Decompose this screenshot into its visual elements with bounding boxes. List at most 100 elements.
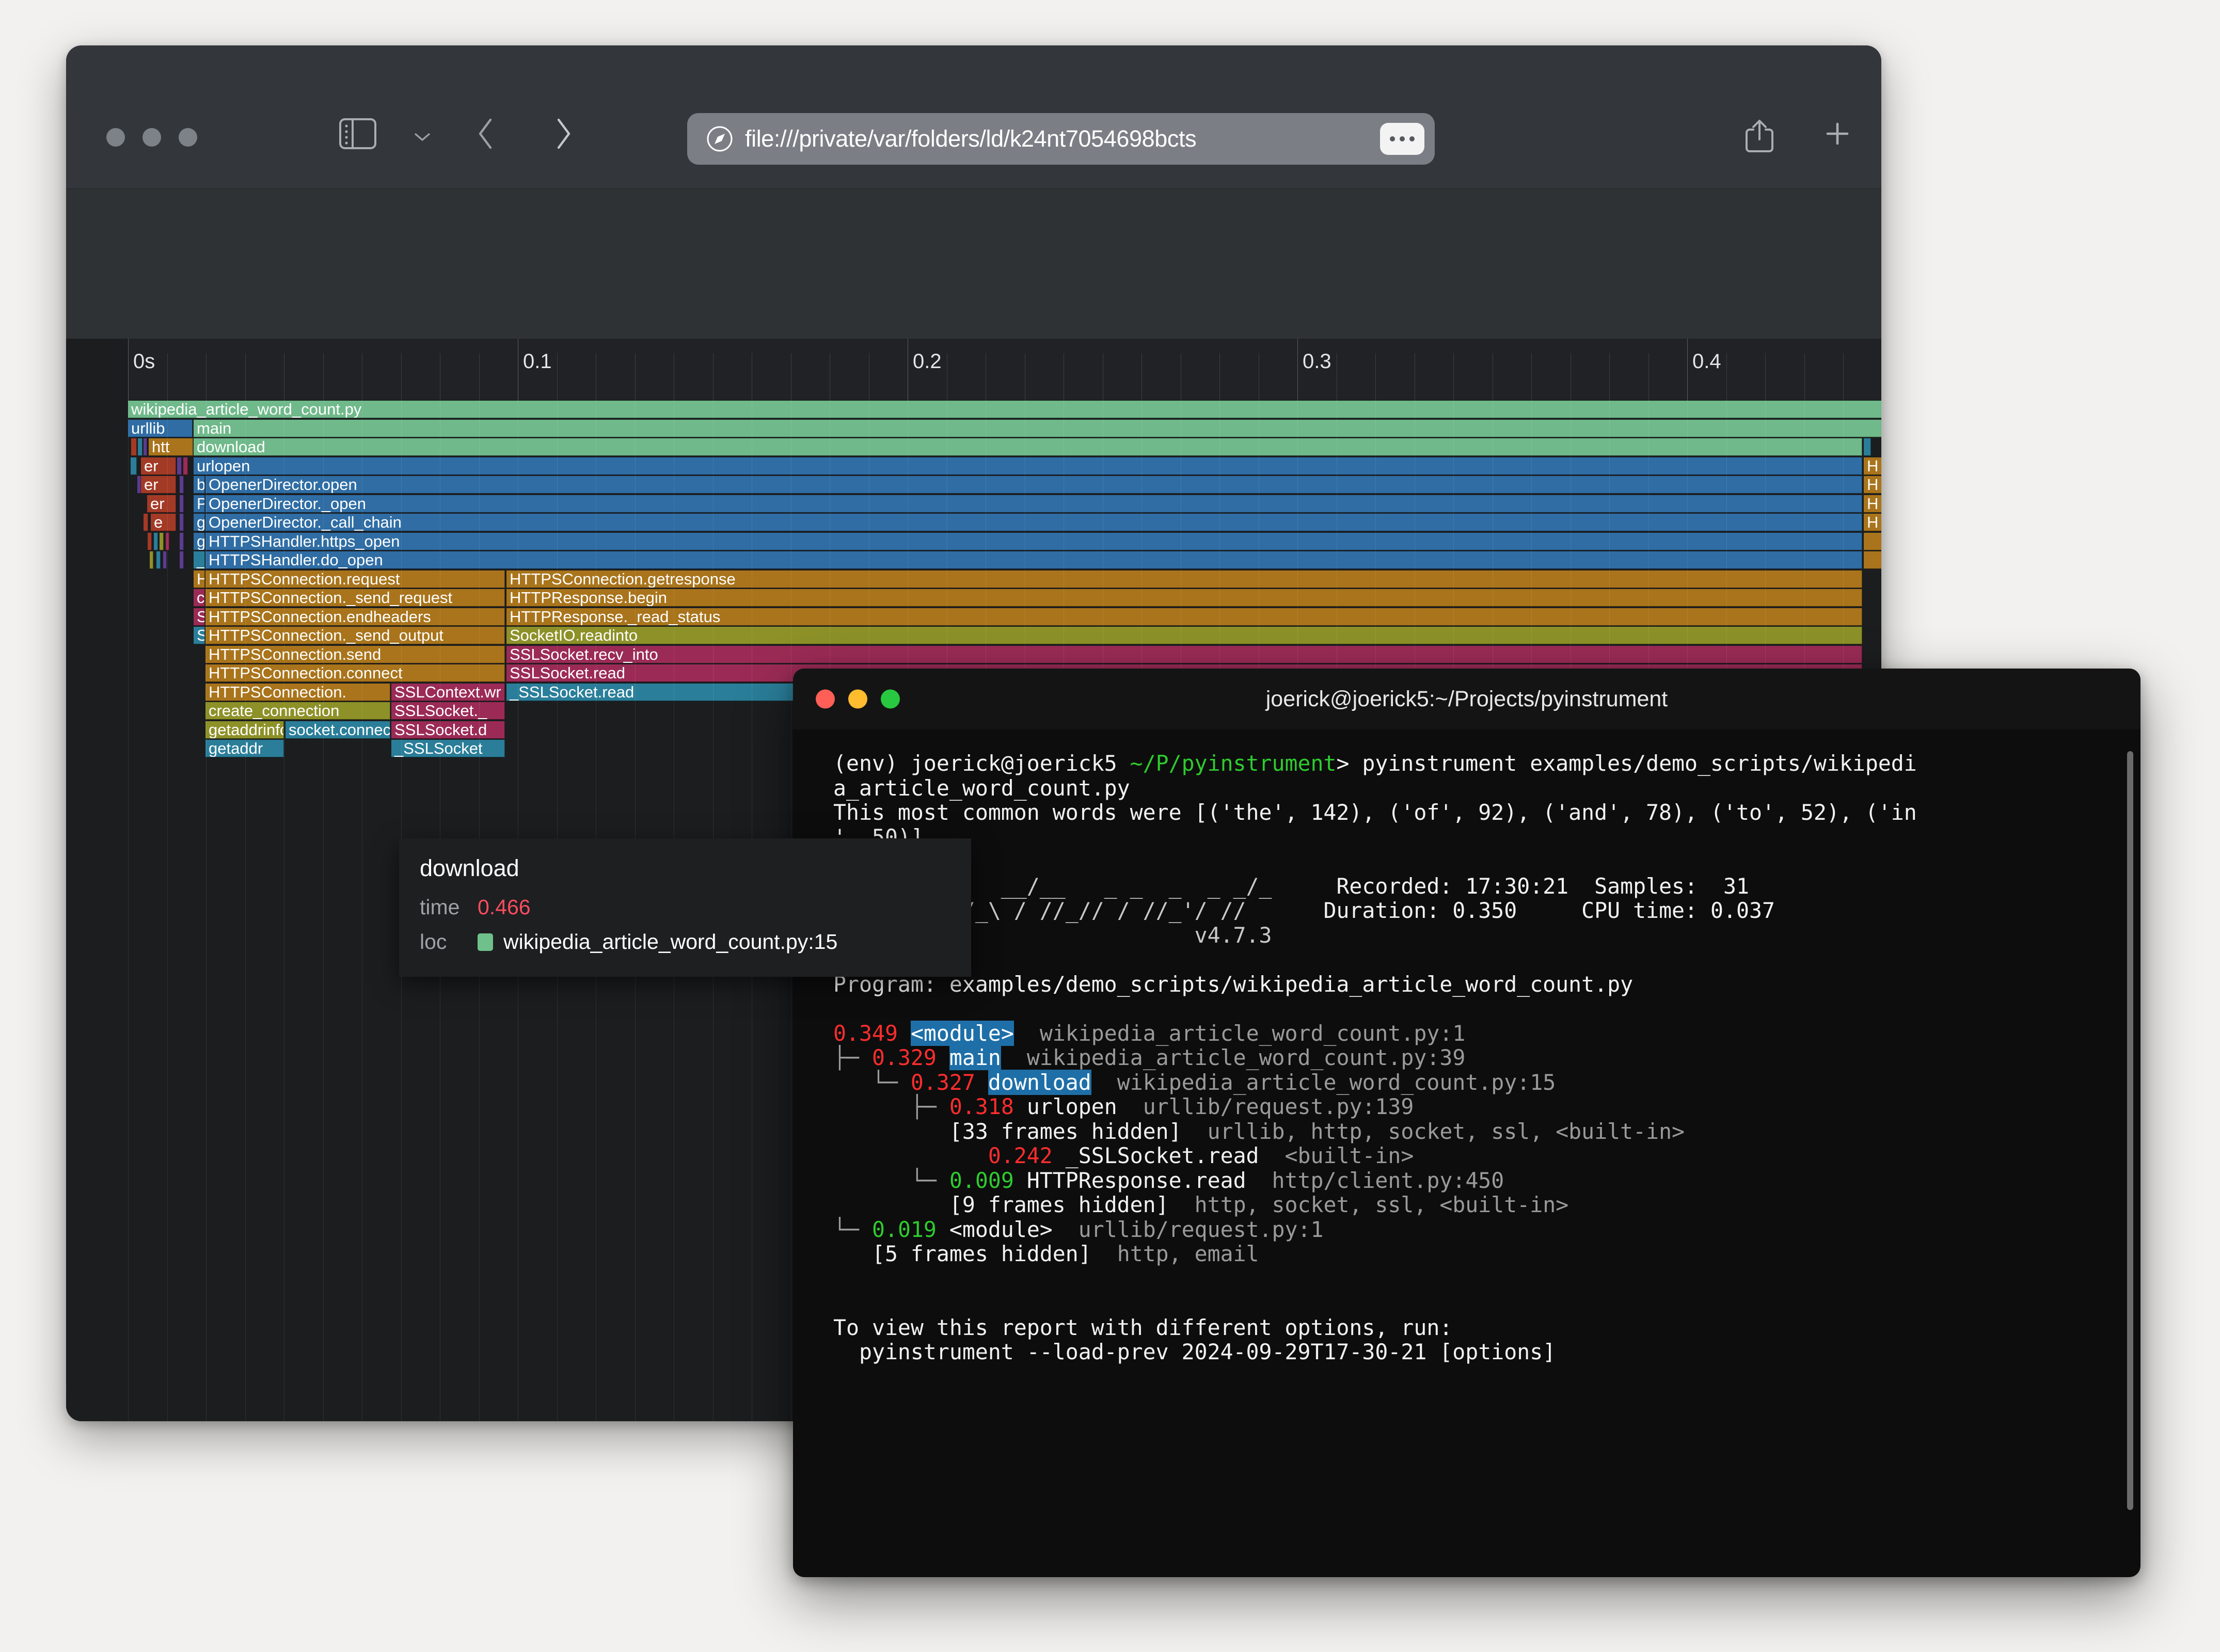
flame-frame[interactable]: HTTPResponse._read_status (506, 608, 1862, 626)
terminal-zoom-button[interactable] (881, 689, 900, 709)
flame-frame-sliver[interactable] (180, 551, 184, 569)
share-icon[interactable] (1744, 118, 1775, 156)
flame-frame[interactable]: socket.connect (286, 721, 390, 739)
flame-frame-sliver[interactable] (154, 532, 158, 550)
flame-frame[interactable]: S (194, 608, 205, 626)
plus-icon[interactable] (1821, 118, 1853, 152)
terminal-output[interactable]: (env) joerick@joerick5 ~/P/pyinstrument>… (793, 729, 2140, 1577)
flame-frame[interactable]: HTTPSConnection.connect (205, 664, 505, 682)
flame-frame-sliver[interactable] (180, 495, 184, 513)
close-button[interactable] (106, 128, 125, 147)
flame-frame[interactable]: HTTPSConnection. (205, 683, 390, 701)
flame-frame[interactable]: create_connection (205, 702, 390, 720)
chevron-right-icon[interactable] (551, 117, 575, 153)
flame-frame[interactable]: download (194, 438, 1862, 456)
flame-frame[interactable]: _ (194, 551, 205, 569)
flame-frame[interactable]: SSLSocket._ (391, 702, 505, 720)
flame-frame[interactable]: urllib (128, 419, 193, 437)
flame-frame[interactable]: g (194, 532, 205, 550)
flame-frame-sliver[interactable] (183, 457, 188, 475)
flame-frame-sliver[interactable] (137, 476, 141, 494)
flame-frame[interactable]: er (141, 476, 176, 494)
flame-frame[interactable]: SSLSocket.recv_into (506, 645, 1862, 663)
flame-frame-sliver[interactable] (180, 532, 184, 550)
flame-frame-sliver[interactable] (160, 532, 164, 550)
zoom-button[interactable] (179, 128, 197, 147)
browser-toolbar: file:///private/var/folders/ld/k24nt7054… (66, 45, 1881, 189)
flame-frame-sliver[interactable] (131, 457, 137, 475)
flame-frame-sliver[interactable] (144, 514, 148, 531)
flame-frame[interactable]: HTTPSConnection.getresponse (506, 570, 1862, 588)
flame-frame[interactable]: g (194, 514, 205, 531)
flame-frame-sliver[interactable] (1864, 551, 1881, 569)
flame-frame-sliver[interactable] (150, 551, 153, 569)
terminal-scrollbar[interactable] (2127, 751, 2133, 1510)
ruler-minor-tick (1453, 353, 1454, 401)
flame-frame[interactable]: H (1864, 457, 1881, 475)
chevron-down-icon[interactable] (413, 127, 432, 147)
ruler-tick-label: 0s (133, 350, 155, 373)
flame-frame[interactable]: SocketIO.readinto (506, 627, 1862, 644)
flame-frame-sliver[interactable] (163, 551, 167, 569)
flame-frame[interactable]: c (194, 589, 205, 607)
flame-frame[interactable]: H (1864, 495, 1881, 513)
flame-frame[interactable]: SSLContext.wr (391, 683, 505, 701)
flame-frame-sliver[interactable] (1864, 438, 1871, 456)
flame-frame-sliver[interactable] (148, 532, 152, 550)
flame-frame[interactable]: HTTPSConnection.endheaders (205, 608, 505, 626)
address-bar[interactable]: file:///private/var/folders/ld/k24nt7054… (687, 113, 1435, 165)
sidebar-icon[interactable] (339, 118, 377, 152)
flame-frame-sliver[interactable] (177, 457, 182, 475)
minimize-button[interactable] (142, 128, 161, 147)
ruler-minor-tick (1648, 353, 1649, 401)
flame-frame[interactable]: H (1864, 476, 1881, 494)
flame-frame[interactable]: HTTPResponse.begin (506, 589, 1862, 607)
ellipsis-icon[interactable] (1380, 123, 1424, 155)
ruler-minor-tick (1219, 353, 1220, 401)
terminal-title: joerick@joerick5:~/Projects/pyinstrument (1265, 686, 1668, 711)
flame-frame[interactable]: HTTPSHandler.do_open (205, 551, 1862, 569)
flame-frame[interactable]: e (151, 514, 176, 531)
flame-frame[interactable]: er (141, 457, 176, 475)
flame-frame[interactable]: HTTPSHandler.https_open (205, 532, 1862, 550)
terminal-close-button[interactable] (816, 689, 835, 709)
flame-frame-sliver[interactable] (166, 532, 169, 550)
flame-frame[interactable]: P (194, 495, 205, 513)
flame-frame-sliver[interactable] (138, 438, 142, 456)
tooltip-loc-label: loc (420, 930, 447, 954)
window-traffic-lights[interactable] (106, 128, 197, 147)
timeline-ruler: 0s0.10.20.30.40.5 (128, 339, 1881, 401)
timeline-gridline (167, 401, 168, 1421)
flame-frame[interactable]: wikipedia_article_word_count.py (128, 401, 1881, 418)
flame-frame[interactable]: htt (149, 438, 193, 456)
ruler-minor-tick (206, 353, 207, 401)
flame-frame[interactable]: H (194, 570, 205, 588)
flame-frame[interactable]: b (194, 476, 205, 494)
terminal-window: joerick@joerick5:~/Projects/pyinstrument… (793, 669, 2140, 1577)
flame-frame[interactable]: main (194, 419, 1881, 437)
flame-frame[interactable]: OpenerDirector._open (205, 495, 1862, 513)
flame-frame[interactable]: urlopen (194, 457, 1862, 475)
flame-frame-sliver[interactable] (156, 551, 161, 569)
flame-frame[interactable]: S (194, 627, 205, 644)
terminal-minimize-button[interactable] (848, 689, 867, 709)
flame-frame[interactable]: H (1864, 514, 1881, 531)
flame-frame[interactable]: OpenerDirector._call_chain (205, 514, 1862, 531)
ruler-minor-tick (401, 353, 402, 401)
flame-frame[interactable]: HTTPSConnection.request (205, 570, 505, 588)
flame-frame[interactable]: er (147, 495, 176, 513)
flame-frame-sliver[interactable] (1864, 532, 1881, 550)
flame-frame[interactable]: HTTPSConnection._send_output (205, 627, 505, 644)
chevron-left-icon[interactable] (474, 117, 498, 153)
flame-frame-sliver[interactable] (131, 438, 137, 456)
flame-frame-sliver[interactable] (180, 514, 184, 531)
flame-frame-sliver[interactable] (180, 476, 184, 494)
flame-frame-sliver[interactable] (144, 438, 147, 456)
ruler-minor-tick (167, 353, 168, 401)
flame-frame[interactable]: _SSLSocket (391, 740, 505, 757)
terminal-traffic-lights[interactable] (816, 689, 900, 709)
flame-frame[interactable]: HTTPSConnection.send (205, 645, 505, 663)
flame-frame[interactable]: OpenerDirector.open (205, 476, 1862, 494)
flame-frame[interactable]: HTTPSConnection._send_request (205, 589, 505, 607)
flame-frame[interactable]: SSLSocket.d (391, 721, 505, 739)
